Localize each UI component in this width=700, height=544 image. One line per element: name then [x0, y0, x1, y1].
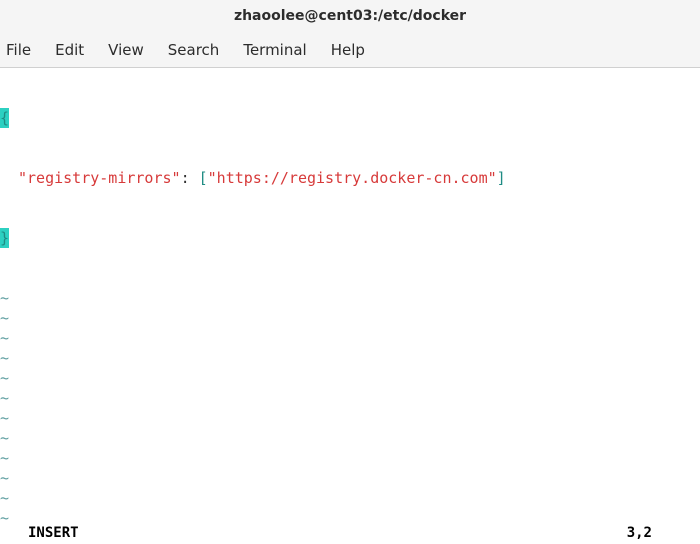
empty-line-tilde: ~ [0, 488, 700, 508]
tilde-icon: ~ [0, 408, 12, 428]
menu-bar: File Edit View Search Terminal Help [0, 32, 700, 68]
editor-line-2: "registry-mirrors": ["https://registry.d… [0, 168, 700, 188]
tilde-icon: ~ [0, 488, 12, 508]
tilde-icon: ~ [0, 328, 12, 348]
bracket-close: ] [497, 168, 506, 188]
tilde-icon: ~ [0, 288, 12, 308]
menu-edit[interactable]: Edit [43, 35, 96, 65]
empty-line-tilde: ~ [0, 408, 700, 428]
empty-line-tilde: ~ [0, 428, 700, 448]
editor-line-3: } [0, 228, 700, 248]
json-key: "registry-mirrors" [18, 168, 181, 188]
menu-terminal[interactable]: Terminal [231, 35, 318, 65]
empty-line-tilde: ~ [0, 468, 700, 488]
tilde-icon: ~ [0, 348, 12, 368]
empty-line-tilde: ~ [0, 348, 700, 368]
tilde-icon: ~ [0, 308, 12, 328]
tilde-icon: ~ [0, 428, 12, 448]
title-bar: zhaoolee@cent03:/etc/docker [0, 0, 700, 32]
tilde-icon: ~ [0, 448, 12, 468]
brace-open: { [0, 108, 9, 128]
empty-line-tilde: ~ [0, 328, 700, 348]
cursor-position: 3,2 [627, 525, 692, 541]
json-value: "https://registry.docker-cn.com" [208, 168, 497, 188]
tilde-icon: ~ [0, 368, 12, 388]
tilde-icon: ~ [0, 508, 12, 522]
menu-help[interactable]: Help [319, 35, 377, 65]
colon: : [181, 168, 199, 188]
empty-line-tilde: ~ [0, 368, 700, 388]
tilde-icon: ~ [0, 388, 12, 408]
empty-line-tilde: ~ [0, 448, 700, 468]
editor-line-1: { [0, 108, 700, 128]
empty-line-tilde: ~ [0, 508, 700, 522]
tilde-icon: ~ [0, 468, 12, 488]
empty-line-tilde: ~ [0, 388, 700, 408]
vim-mode: INSERT [28, 525, 79, 541]
menu-search[interactable]: Search [156, 35, 232, 65]
status-bar: INSERT 3,2 [0, 522, 700, 544]
empty-line-tilde: ~ [0, 308, 700, 328]
brace-close-cursor: } [0, 228, 9, 248]
text-editor[interactable]: { "registry-mirrors": ["https://registry… [0, 68, 700, 522]
menu-file[interactable]: File [2, 35, 43, 65]
empty-line-tilde: ~ [0, 288, 700, 308]
bracket-open: [ [199, 168, 208, 188]
window-title: zhaoolee@cent03:/etc/docker [234, 8, 466, 24]
menu-view[interactable]: View [96, 35, 156, 65]
